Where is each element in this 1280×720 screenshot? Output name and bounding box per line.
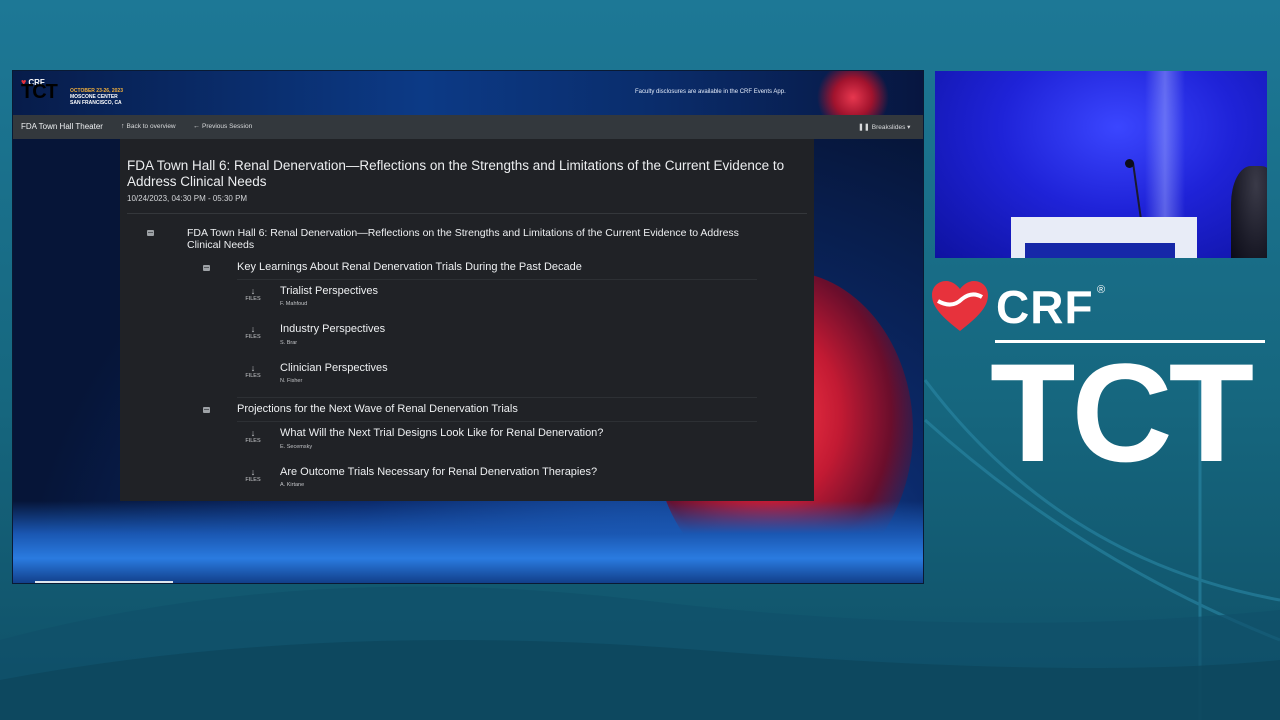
files-download-button[interactable]: ↓ FILES [241, 325, 265, 341]
video-progress-line [35, 581, 173, 583]
banner-tct-text: TCT [21, 81, 58, 103]
files-label: FILES [245, 334, 261, 340]
files-label: FILES [245, 438, 261, 444]
download-arrow-icon: ↓ [250, 467, 256, 477]
previous-session-label: Previous Session [202, 123, 253, 130]
talk-speaker: N. Fisher [280, 378, 303, 384]
download-arrow-icon: ↓ [250, 324, 256, 334]
session-time: 10/24/2023, 04:30 PM - 05:30 PM [127, 194, 248, 203]
camera-feed [935, 71, 1267, 258]
caret-down-icon: ▾ [907, 124, 911, 131]
download-arrow-icon: ↓ [250, 363, 256, 373]
group-bullet-icon [203, 407, 210, 413]
presentation-screen: ♥ CRF TCT OCTOBER 23-26, 2023 MOSCONE CEN… [12, 70, 924, 584]
water-background-image [13, 501, 923, 583]
banner-city: SAN FRANCISCO, CA [70, 100, 122, 106]
files-label: FILES [245, 373, 261, 379]
talk-title[interactable]: Industry Perspectives [280, 323, 385, 335]
disclosure-text: Faculty disclosures are available in the… [635, 89, 786, 95]
download-arrow-icon: ↓ [250, 286, 256, 296]
talk-speaker: S. Brar [280, 340, 298, 346]
talk-title[interactable]: Clinician Perspectives [280, 362, 388, 374]
talk-speaker: E. Secemsky [280, 444, 313, 450]
back-to-overview-link[interactable]: ↑ Back to overview [121, 123, 176, 130]
divider [237, 421, 757, 422]
group-title[interactable]: Projections for the Next Wave of Renal D… [237, 403, 518, 415]
navbar-brand[interactable]: FDA Town Hall Theater [21, 122, 103, 131]
registered-mark: ® [1097, 284, 1106, 296]
download-arrow-icon: ↓ [250, 428, 256, 438]
divider [127, 213, 807, 214]
divider [237, 397, 757, 398]
files-download-button[interactable]: ↓ FILES [241, 364, 265, 380]
files-download-button[interactable]: ↓ FILES [241, 468, 265, 484]
breakslides-label: Breakslides [871, 124, 906, 131]
tct-logo-text: TCT [990, 334, 1254, 491]
back-to-overview-label: Back to overview [126, 123, 176, 130]
crf-logo: CRF ® [932, 280, 1105, 334]
crf-logo-text: CRF [996, 281, 1094, 333]
group-title[interactable]: Key Learnings About Renal Denervation Tr… [237, 261, 582, 273]
breakslides-dropdown[interactable]: ❚❚ Breakslides ▾ [858, 123, 910, 131]
talk-title[interactable]: What Will the Next Trial Designs Look Li… [280, 427, 603, 439]
talk-speaker: F. Mahfoud [280, 301, 308, 307]
talk-title[interactable]: Trialist Perspectives [280, 285, 378, 297]
podium-screen [1025, 243, 1175, 258]
microphone-icon [1125, 159, 1134, 168]
banner-event-info: OCTOBER 23-26, 2023 MOSCONE CENTER SAN F… [70, 88, 140, 106]
files-download-button[interactable]: ↓ FILES [241, 287, 265, 303]
previous-session-link[interactable]: ← Previous Session [193, 123, 252, 130]
arrow-left-icon: ← [193, 123, 200, 130]
banner-heart-image [813, 71, 893, 115]
top-navbar: FDA Town Hall Theater ↑ Back to overview … [13, 115, 923, 139]
group-bullet-icon [203, 265, 210, 271]
files-download-button[interactable]: ↓ FILES [241, 429, 265, 445]
talk-speaker: A. Kirtane [280, 482, 305, 488]
files-label: FILES [245, 477, 261, 483]
event-banner: ♥ CRF TCT OCTOBER 23-26, 2023 MOSCONE CEN… [13, 71, 923, 115]
arrow-up-icon: ↑ [121, 123, 125, 130]
session-title: FDA Town Hall 6: Renal Denervation—Refle… [127, 158, 785, 189]
pause-icon: ❚❚ [858, 124, 870, 131]
crf-heart-icon [932, 281, 988, 331]
speaker-silhouette [1231, 166, 1267, 258]
files-label: FILES [245, 296, 261, 302]
divider [237, 279, 757, 280]
agenda-session-title[interactable]: FDA Town Hall 6: Renal Denervation—Refle… [187, 227, 757, 251]
microphone-stand [1132, 163, 1142, 219]
talk-title[interactable]: Are Outcome Trials Necessary for Renal D… [280, 466, 597, 478]
session-bullet-icon [147, 230, 154, 236]
session-panel: FDA Town Hall 6: Renal Denervation—Refle… [120, 139, 814, 501]
